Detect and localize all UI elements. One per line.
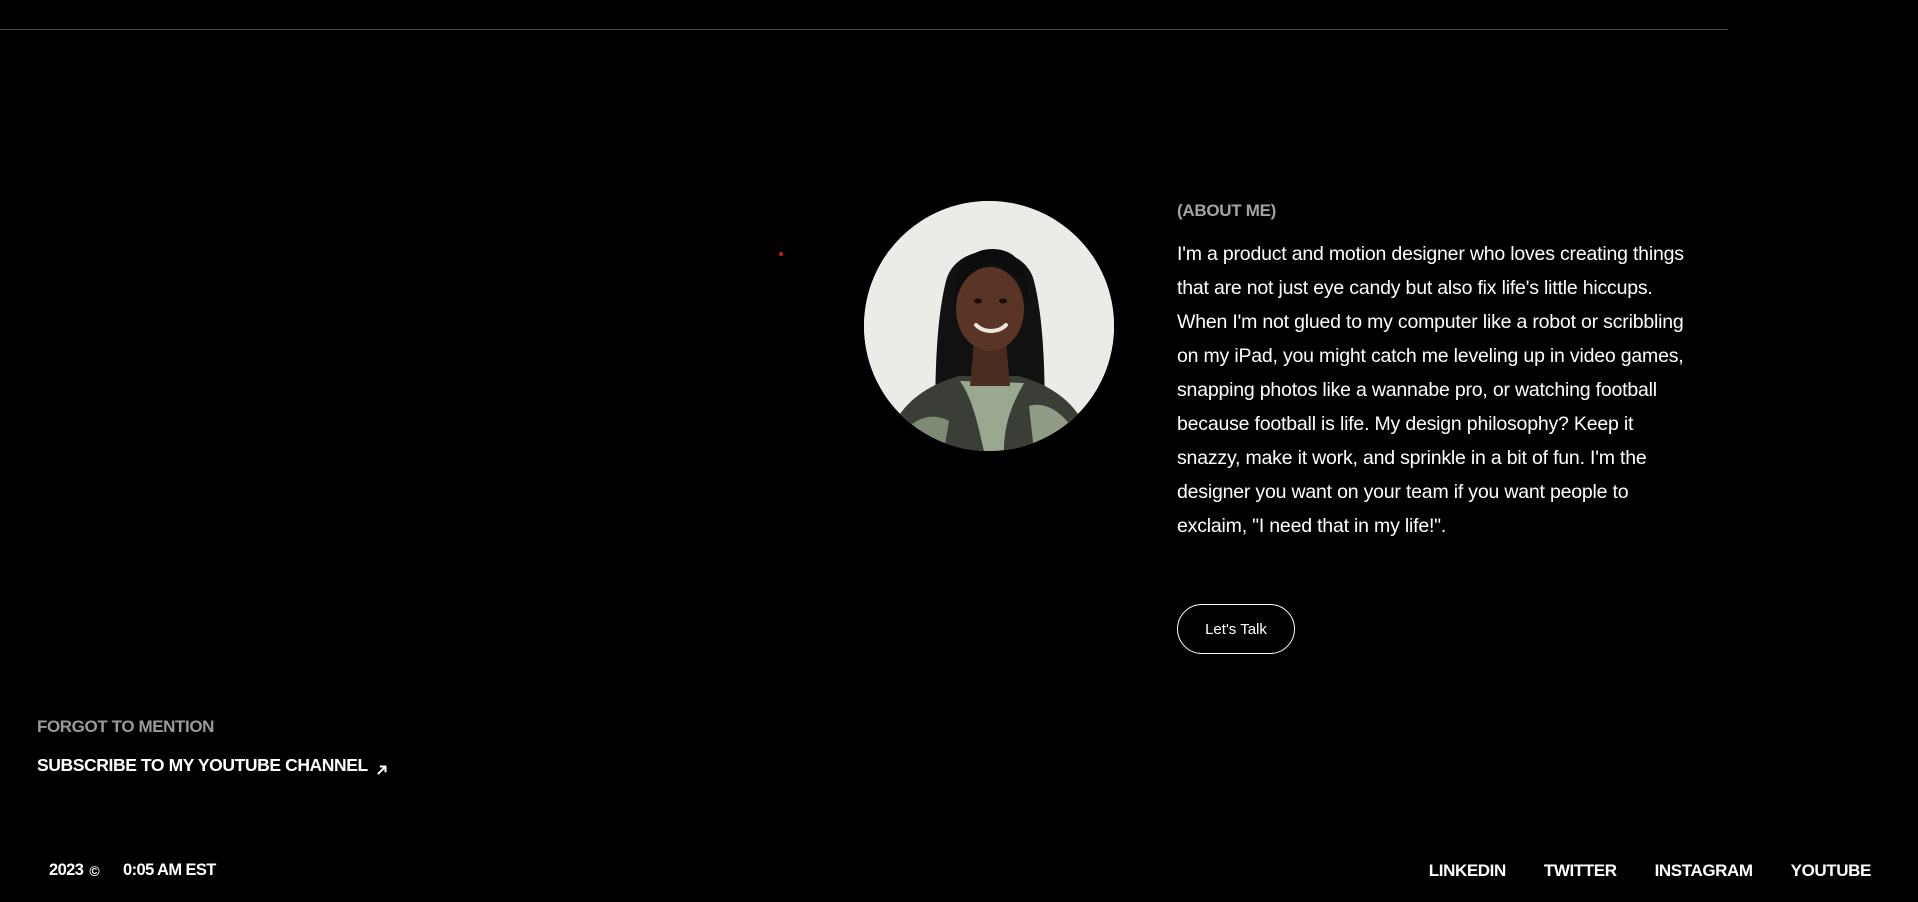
arrow-up-right-icon (376, 760, 388, 774)
copyright-year: 2023 © (49, 861, 100, 880)
top-divider (0, 29, 1728, 30)
about-bio: I'm a product and motion designer who lo… (1177, 243, 1684, 537)
forgot-section: FORGOT TO MENTION SUBSCRIBE TO MY YOUTUB… (37, 717, 388, 776)
twitter-link[interactable]: TWITTER (1544, 861, 1617, 881)
forgot-label: FORGOT TO MENTION (37, 717, 215, 736)
copyright-icon: © (89, 862, 100, 879)
about-label: (ABOUT ME) (1177, 201, 1276, 220)
local-time: 0:05 AM EST (123, 861, 216, 879)
page: (ABOUT ME) I'm a product and motion desi… (0, 0, 1918, 902)
profile-photo (864, 201, 1114, 451)
subscribe-youtube-link[interactable]: SUBSCRIBE TO MY YOUTUBE CHANNEL (37, 755, 388, 776)
linkedin-link[interactable]: LINKEDIN (1429, 861, 1506, 881)
instagram-link[interactable]: INSTAGRAM (1655, 861, 1753, 881)
youtube-link[interactable]: YOUTUBE (1791, 861, 1872, 881)
year: 2023 (49, 861, 84, 879)
footer-left: 2023 © 0:05 AM EST (49, 861, 216, 880)
lets-talk-button[interactable]: Let's Talk (1177, 604, 1295, 654)
social-links: LINKEDIN TWITTER INSTAGRAM YOUTUBE (1429, 861, 1872, 881)
about-section: (ABOUT ME) I'm a product and motion desi… (1177, 201, 1687, 543)
cursor-dot (779, 252, 783, 256)
subscribe-label: SUBSCRIBE TO MY YOUTUBE CHANNEL (37, 755, 368, 775)
